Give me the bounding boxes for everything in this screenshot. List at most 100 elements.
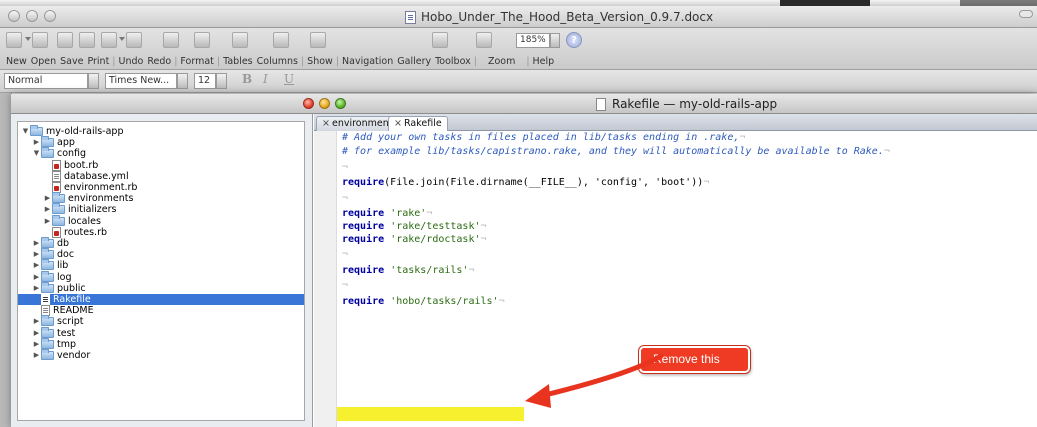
navigation-icon[interactable] xyxy=(310,32,326,48)
style-select[interactable]: Normal xyxy=(4,73,88,89)
code-line-6: require 'rake'¬ xyxy=(342,208,433,219)
disclosure-closed-icon[interactable]: ▶ xyxy=(32,137,41,148)
tree-item-boot-rb[interactable]: boot.rb xyxy=(18,159,304,171)
save-icon[interactable] xyxy=(57,32,73,48)
chevron-down-icon[interactable] xyxy=(119,37,125,41)
toolbar-label[interactable]: Zoom xyxy=(478,56,525,67)
gallery-icon[interactable] xyxy=(432,32,448,48)
tree-item-locales[interactable]: ▶ locales xyxy=(18,214,304,227)
disclosure-closed-icon[interactable]: ▶ xyxy=(43,216,52,227)
tree-item-readme[interactable]: README xyxy=(18,305,304,317)
open-icon[interactable] xyxy=(32,32,48,48)
disclosure-closed-icon[interactable]: ▶ xyxy=(32,238,41,249)
print-icon[interactable] xyxy=(79,32,95,48)
tree-item-db[interactable]: ▶ db xyxy=(18,237,304,249)
tree-item-initializers[interactable]: ▶ initializers xyxy=(18,203,304,215)
tree-item-script[interactable]: ▶ script xyxy=(18,315,304,327)
tree-item-rakefile[interactable]: Rakefile xyxy=(18,294,304,305)
code-editor[interactable]: # Add your own tasks in files placed in … xyxy=(337,131,1037,427)
disclosure-closed-icon[interactable]: ▶ xyxy=(32,339,41,350)
toolbar-label[interactable]: Gallery xyxy=(395,56,433,67)
toolbar-label[interactable]: Show xyxy=(305,56,335,67)
tree-item-test[interactable]: ▶ test xyxy=(18,326,304,339)
tree-item-tmp[interactable]: ▶ tmp xyxy=(18,337,304,350)
ruby-file-icon xyxy=(52,226,61,238)
toolbar-label[interactable]: Format xyxy=(178,56,215,67)
tree-item-lib[interactable]: ▶ lib xyxy=(18,259,304,271)
font-size-dropdown-button[interactable] xyxy=(216,73,227,89)
tree-item-app[interactable]: ▶ app xyxy=(18,136,304,148)
redo-icon[interactable] xyxy=(126,32,142,48)
zoom-select[interactable]: 185% xyxy=(516,33,550,48)
underline-button[interactable]: U xyxy=(284,72,294,86)
tree-item-public[interactable]: ▶ public xyxy=(18,281,304,294)
tree-item-routes-rb[interactable]: routes.rb xyxy=(18,226,304,238)
toolbar-label[interactable]: Toolbox xyxy=(433,56,473,67)
toolbar-toggle-button[interactable] xyxy=(1019,10,1033,18)
tree-item-my-old-rails-app[interactable]: ▼ my-old-rails-app xyxy=(18,125,304,137)
disclosure-closed-icon[interactable]: ▶ xyxy=(32,283,41,294)
file-icon xyxy=(41,294,50,305)
disclosure-closed-icon[interactable]: ▶ xyxy=(43,193,52,204)
disclosure-closed-icon[interactable]: ▶ xyxy=(32,272,41,283)
tree-item-doc[interactable]: ▶ doc xyxy=(18,248,304,260)
font-dropdown-button[interactable] xyxy=(177,73,188,89)
zoom-button[interactable] xyxy=(335,98,346,109)
tables-icon[interactable] xyxy=(194,32,210,48)
toolbar-label[interactable]: Navigation xyxy=(340,56,395,67)
help-icon[interactable]: ? xyxy=(566,32,582,48)
chevron-down-icon[interactable] xyxy=(25,37,31,41)
zoom-dropdown-button[interactable] xyxy=(550,33,560,48)
disclosure-closed-icon[interactable]: ▶ xyxy=(32,316,41,327)
columns-icon[interactable] xyxy=(232,32,248,48)
disclosure-closed-icon[interactable]: ▶ xyxy=(32,350,41,361)
file-icon xyxy=(52,170,61,182)
tree-item-label: locales xyxy=(68,215,101,227)
font-select[interactable]: Times New... xyxy=(105,73,177,89)
italic-button[interactable]: I xyxy=(263,72,268,86)
toolbar-labels: New Open Save Print | Undo Redo | Format… xyxy=(4,56,556,67)
style-dropdown-button[interactable] xyxy=(88,73,99,89)
close-button[interactable] xyxy=(8,10,20,22)
bold-button[interactable]: B xyxy=(242,72,252,86)
font-size-select[interactable]: 12 xyxy=(194,73,216,89)
toolbar-label[interactable]: Tables xyxy=(221,56,255,67)
disclosure-closed-icon[interactable]: ▶ xyxy=(32,249,41,260)
highlighted-line xyxy=(337,407,524,421)
toolbar-label[interactable]: Open xyxy=(29,56,58,67)
tree-item-label: environments xyxy=(68,193,134,205)
close-tab-icon[interactable]: × xyxy=(322,118,330,129)
show-paragraph-icon[interactable] xyxy=(273,32,289,48)
zoom-button[interactable] xyxy=(44,10,56,22)
toolbar-label[interactable]: Help xyxy=(531,56,557,67)
disclosure-open-icon[interactable]: ▼ xyxy=(32,148,41,159)
folder-icon xyxy=(41,248,54,260)
tree-item-label: test xyxy=(57,327,76,339)
toolbar-label[interactable]: Redo xyxy=(145,56,173,67)
toolbar-label[interactable]: Save xyxy=(58,56,85,67)
undo-icon[interactable] xyxy=(101,32,117,48)
tree-item-database-yml[interactable]: database.yml xyxy=(18,170,304,182)
disclosure-closed-icon[interactable]: ▶ xyxy=(32,260,41,271)
close-tab-icon[interactable]: × xyxy=(394,118,402,129)
tree-item-log[interactable]: ▶ log xyxy=(18,270,304,283)
minimize-button[interactable] xyxy=(26,10,38,22)
new-icon[interactable] xyxy=(6,32,22,48)
minimize-button[interactable] xyxy=(319,98,330,109)
tree-item-environment-rb[interactable]: environment.rb xyxy=(18,182,304,193)
toolbox-icon[interactable] xyxy=(476,32,492,48)
tree-item-config[interactable]: ▼ config xyxy=(18,147,304,159)
disclosure-closed-icon[interactable]: ▶ xyxy=(43,204,52,215)
toolbar-label[interactable]: Print xyxy=(85,56,111,67)
toolbar-label[interactable]: Columns xyxy=(255,56,300,67)
tab-rakefile[interactable]: × Rakefile xyxy=(388,116,448,131)
format-painter-icon[interactable] xyxy=(163,32,179,48)
disclosure-open-icon[interactable]: ▼ xyxy=(21,126,30,137)
disclosure-closed-icon[interactable]: ▶ xyxy=(32,328,41,339)
tree-item-label: my-old-rails-app xyxy=(46,126,124,137)
toolbar-label[interactable]: Undo xyxy=(117,56,146,67)
tree-item-environments[interactable]: ▶ environments xyxy=(18,192,304,205)
close-button[interactable] xyxy=(303,98,314,109)
toolbar-label[interactable]: New xyxy=(4,56,29,67)
tree-item-vendor[interactable]: ▶ vendor xyxy=(18,349,304,361)
